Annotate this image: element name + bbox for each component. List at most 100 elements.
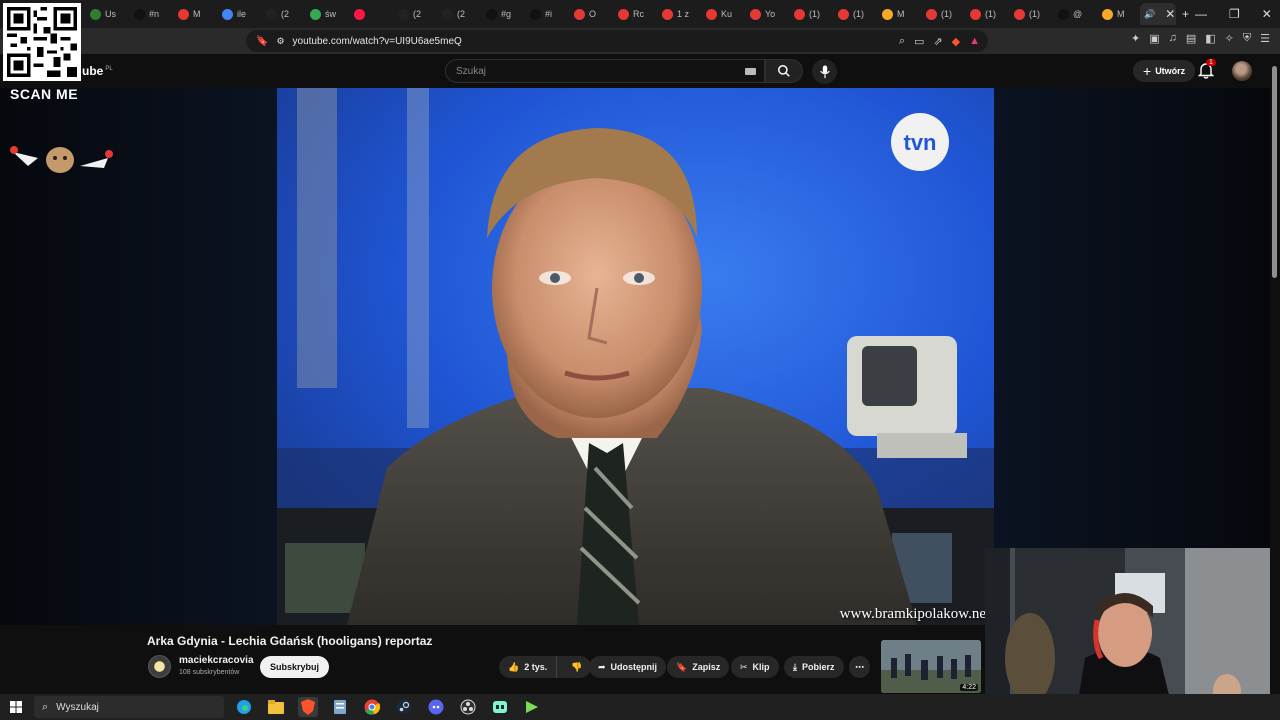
create-button[interactable]: + Utwórz <box>1133 60 1196 82</box>
share-icon: ➦ <box>598 661 606 672</box>
chrome-icon[interactable] <box>362 697 382 717</box>
discord-icon[interactable] <box>426 697 446 717</box>
file-explorer-icon[interactable] <box>266 697 286 717</box>
taskbar-search[interactable]: ⌕ Wyszukaj <box>34 696 224 718</box>
brave-browser-icon[interactable] <box>298 697 318 717</box>
channel-avatar[interactable] <box>148 655 171 678</box>
tab-title: ile <box>237 9 247 19</box>
scissors-icon: ✂ <box>740 661 748 672</box>
browser-tab[interactable]: (1) <box>922 3 964 25</box>
extensions-icon[interactable]: ✦ <box>1131 32 1140 45</box>
search-input[interactable]: Szukaj <box>445 59 765 83</box>
browser-tab[interactable]: 1 z <box>658 3 700 25</box>
tab-title: (2 <box>281 9 290 19</box>
browser-tab[interactable]: Rc <box>614 3 656 25</box>
address-bar[interactable]: 🔖 ⚙ youtube.com/watch?v=UI9U6ae5meQ ⌕ ▭ … <box>246 30 988 52</box>
streamlabs-icon[interactable] <box>490 697 510 717</box>
search-button[interactable] <box>765 59 803 83</box>
tab-title: Ku <box>721 9 733 19</box>
browser-tab[interactable]: ile <box>218 3 260 25</box>
video-frame: tvn <box>277 88 994 625</box>
tab-favicon-icon <box>310 8 321 20</box>
media-icon[interactable]: ♫ <box>1169 32 1177 45</box>
dislike-button[interactable]: 👎 <box>562 656 591 678</box>
browser-tab[interactable] <box>350 3 392 25</box>
steam-icon[interactable] <box>394 697 414 717</box>
obs-icon[interactable] <box>458 697 478 717</box>
notifications-button[interactable]: 1 <box>1197 59 1216 80</box>
leo-ai-icon[interactable]: ✧ <box>1225 32 1234 45</box>
browser-tab[interactable]: (1) <box>1010 3 1052 25</box>
plus-icon: + <box>1143 63 1152 79</box>
browser-tab[interactable]: (2 <box>394 3 436 25</box>
tab-title: Yo <box>765 9 776 19</box>
notification-badge: 1 <box>1206 59 1216 66</box>
browser-tab[interactable]: #n <box>130 3 172 25</box>
new-tab-icon[interactable]: + <box>1176 7 1195 21</box>
browser-tab[interactable]: M <box>1098 3 1140 25</box>
vpn-icon[interactable]: ⛨ <box>1243 32 1251 45</box>
youtube-logo[interactable]: ube PL <box>82 64 113 78</box>
tab-favicon-icon <box>618 8 629 20</box>
browser-tab[interactable]: Us <box>86 3 128 25</box>
browser-tab[interactable]: M <box>878 3 920 25</box>
edge-icon[interactable] <box>234 697 254 717</box>
brave-shield-icon[interactable]: ◆ <box>952 35 960 48</box>
browser-tab[interactable]: Ku <box>702 3 744 25</box>
like-button[interactable]: 👍 2 tys. <box>499 656 558 678</box>
save-button[interactable]: 🔖 Zapisz <box>667 656 730 678</box>
reader-icon[interactable]: ▤ <box>1186 32 1196 45</box>
wallet-icon[interactable]: ◧ <box>1205 32 1215 45</box>
browser-tab[interactable]: Yo <box>746 3 788 25</box>
qr-pattern <box>7 7 77 77</box>
browser-tab[interactable]: św <box>306 3 348 25</box>
tab-favicon-icon <box>662 8 673 20</box>
start-button[interactable] <box>0 694 32 720</box>
share-button[interactable]: ➦ Udostępnij <box>589 656 667 678</box>
menu-icon[interactable]: ☰ <box>1260 32 1270 45</box>
tab-title: #n <box>149 9 160 19</box>
channel-name[interactable]: maciekcracovia <box>179 655 254 666</box>
up-next-thumbnail[interactable]: 4:22 <box>881 640 981 693</box>
browser-tab[interactable]: O <box>570 3 612 25</box>
tab-active[interactable]: 🔊 ✕ <box>1140 3 1176 25</box>
browser-tab[interactable]: M <box>174 3 216 25</box>
media-player-icon[interactable] <box>522 697 542 717</box>
video-player[interactable]: tvn www.bramkipolakow.ne <box>277 88 994 625</box>
speaker-icon[interactable]: 🔊 <box>1144 9 1155 20</box>
brave-rewards-icon[interactable]: ▲ <box>969 35 980 48</box>
scrollbar-thumb[interactable] <box>1272 66 1277 278</box>
voice-search-button[interactable] <box>812 59 837 84</box>
restore-icon[interactable]: ❐ <box>1229 7 1240 21</box>
browser-tab[interactable]: (1) <box>790 3 832 25</box>
bookmark-icon[interactable]: 🔖 <box>256 36 268 47</box>
tab-favicon-icon <box>1102 8 1113 20</box>
close-icon[interactable]: ✕ <box>1262 7 1272 21</box>
tab-favicon-icon <box>398 8 409 20</box>
subscribe-button[interactable]: Subskrybuj <box>260 656 330 678</box>
site-info-icon[interactable]: ⚙ <box>276 36 284 47</box>
zoom-icon[interactable]: ⌕ <box>899 35 905 48</box>
more-actions-button[interactable]: ⋯ <box>849 656 870 678</box>
sidebar-icon[interactable]: ▣ <box>1149 32 1159 45</box>
keyboard-icon[interactable] <box>745 68 756 75</box>
share-page-icon[interactable]: ⇗ <box>933 35 942 48</box>
cast-icon[interactable]: ▭ <box>914 35 924 48</box>
download-button[interactable]: ⤓ Pobierz <box>784 656 844 678</box>
browser-tab[interactable]: (1) <box>966 3 1008 25</box>
browser-tab[interactable]: (1) <box>834 3 876 25</box>
browser-tab[interactable]: @ <box>1054 3 1096 25</box>
tab-title: #i <box>545 9 553 19</box>
minimize-icon[interactable]: — <box>1195 7 1207 21</box>
clip-button[interactable]: ✂ Klip <box>731 656 779 678</box>
browser-tab[interactable]: (2 <box>438 3 480 25</box>
browser-tab[interactable]: #i <box>526 3 568 25</box>
browser-tab[interactable]: #g <box>482 3 524 25</box>
url-text[interactable]: youtube.com/watch?v=UI9U6ae5meQ <box>293 36 462 47</box>
browser-tab[interactable]: (2 <box>262 3 304 25</box>
account-avatar[interactable] <box>1232 61 1252 81</box>
like-dislike-group: 👍 2 tys. 👎 <box>499 656 592 678</box>
notepad-icon[interactable] <box>330 697 350 717</box>
tab-close-icon[interactable]: ✕ <box>1159 7 1176 21</box>
page-scrollbar[interactable] <box>1270 54 1280 704</box>
